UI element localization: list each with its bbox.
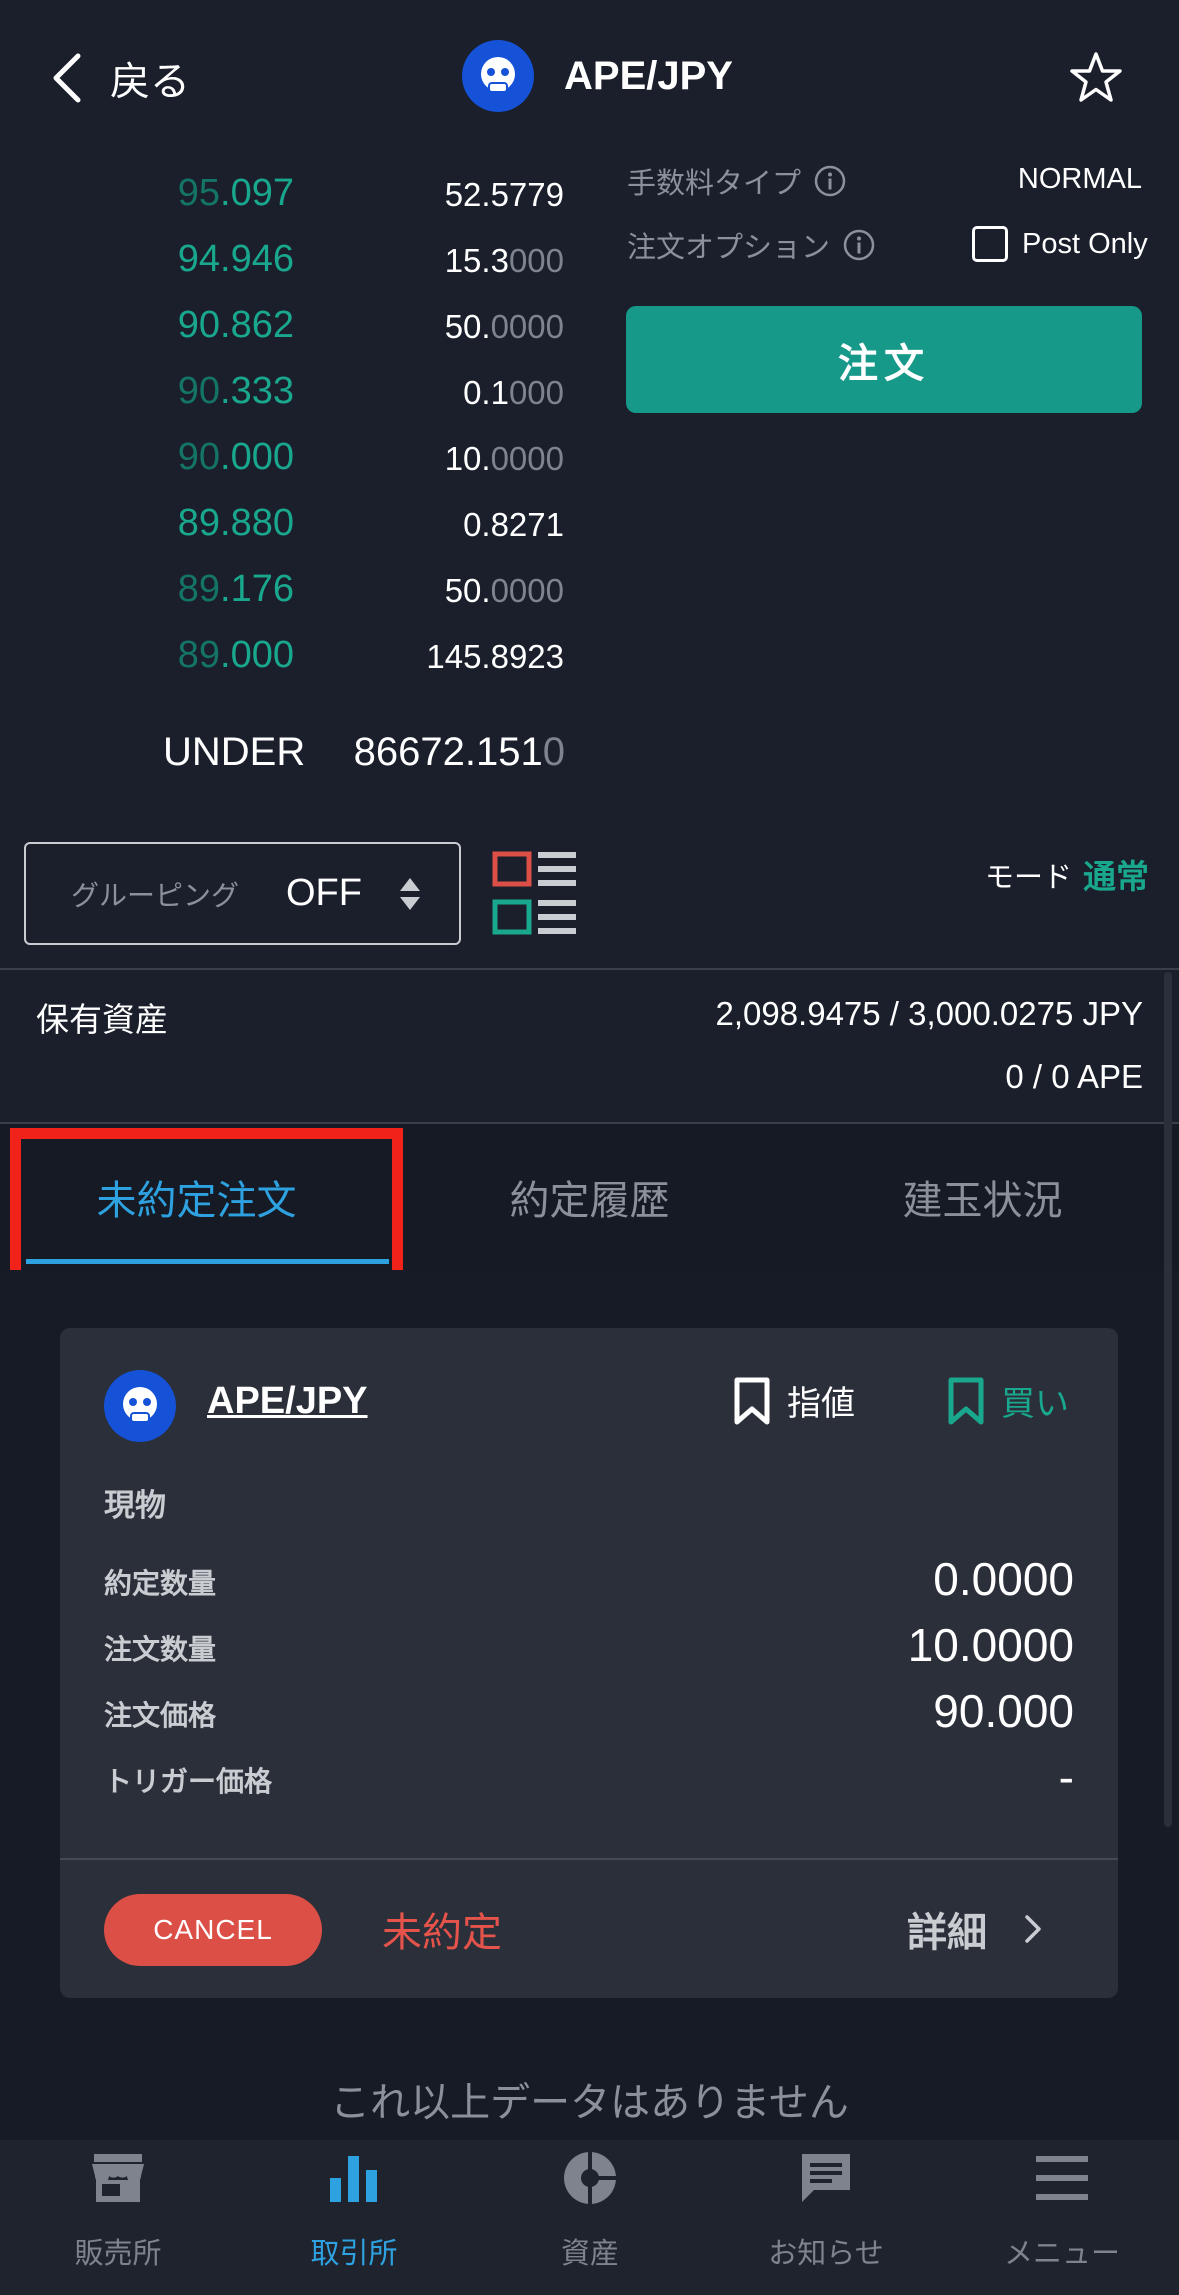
under-label: UNDER (163, 730, 306, 774)
message-icon (802, 2154, 850, 2202)
order-book-amount: 0.1000 (463, 374, 564, 411)
order-price-label: 注文価格 (104, 1699, 217, 1732)
order-book-price: 90.333 (177, 370, 294, 412)
order-status: 未約定 (382, 1910, 502, 1956)
order-option-label: 注文オプション (627, 224, 876, 266)
top-bar: 戻る APE/JPY (0, 0, 1179, 150)
trigger-price-value: - (1058, 1751, 1074, 1803)
info-icon[interactable] (842, 228, 876, 262)
order-category: 現物 (104, 1488, 166, 1524)
fee-type-label: 手数料タイプ (627, 160, 847, 202)
back-label: 戻る (110, 59, 190, 105)
fee-type-value: NORMAL (1017, 163, 1142, 195)
order-book-row[interactable]: 95.097 52.5779 (0, 160, 600, 226)
grouping-label: グルーピング (71, 879, 240, 912)
order-pair-link[interactable]: APE/JPY (207, 1380, 368, 1423)
mode-toggle[interactable]: 通常 (1083, 850, 1149, 898)
executed-qty-value: 0.0000 (933, 1553, 1074, 1605)
back-button[interactable]: 戻る (50, 50, 190, 106)
grouping-select[interactable]: グルーピング OFF (24, 842, 461, 945)
nav-label: 取引所 (310, 2236, 398, 2270)
order-book-price: 89.176 (177, 568, 294, 610)
nav-label: お知らせ (768, 2236, 884, 2270)
grouping-value: OFF (286, 872, 362, 914)
order-detail-link[interactable]: 詳細 (907, 1900, 1043, 1958)
tab-trade-history[interactable]: 約定履歴 (393, 1124, 786, 1270)
holdings-jpy: 2,098.9475 / 3,000.0275 JPY (715, 995, 1143, 1032)
order-book-amount: 0.8271 (463, 506, 564, 543)
order-book-amount: 50.0000 (444, 572, 564, 609)
cancel-order-button[interactable]: CANCEL (104, 1894, 322, 1966)
bar-chart-icon (330, 2156, 377, 2202)
order-book-price: 89.880 (177, 502, 294, 544)
pair-title: APE/JPY (462, 40, 733, 112)
holdings-ape: 0 / 0 APE (1005, 1058, 1143, 1095)
divider (0, 968, 1179, 970)
chevron-left-icon (53, 53, 81, 103)
order-card: APE/JPY 指値 買い 現物 約定数量 0.0000 注文数量 10.000… (60, 1328, 1118, 1998)
order-button[interactable]: 注文 (626, 306, 1142, 413)
post-only-label: Post Only (1022, 227, 1148, 260)
bottom-nav: 販売所 取引所 資産 お知らせ メニュー (0, 2140, 1179, 2295)
under-value: 86672.1510 (353, 730, 565, 774)
checkbox-box[interactable] (972, 226, 1008, 262)
executed-qty-label: 約定数量 (104, 1567, 217, 1600)
tab-positions[interactable]: 建玉状況 (786, 1124, 1179, 1270)
post-only-checkbox[interactable]: Post Only (972, 226, 1148, 262)
order-book-row[interactable]: 89.176 50.0000 (0, 556, 600, 622)
bookmark-icon (734, 1377, 770, 1424)
order-book-price: 94.946 (177, 238, 294, 280)
highlight-box (10, 1128, 403, 1285)
order-book-amount: 15.3000 (444, 242, 564, 279)
order-book-amount: 52.5779 (444, 176, 564, 213)
nav-item-news[interactable]: お知らせ (708, 2140, 944, 2295)
sort-arrows-icon (400, 878, 420, 910)
order-book-price: 89.000 (177, 634, 294, 676)
info-icon[interactable] (813, 164, 847, 198)
order-price-value: 90.000 (933, 1685, 1074, 1737)
order-book-amount: 50.0000 (444, 308, 564, 345)
divider (60, 1858, 1118, 1860)
menu-icon (1036, 2156, 1088, 2200)
favorite-star-icon[interactable] (1068, 50, 1124, 106)
order-qty-value: 10.0000 (907, 1619, 1074, 1671)
order-qty-label: 注文数量 (104, 1633, 217, 1666)
ape-coin-logo-icon (104, 1370, 176, 1442)
order-book-price: 90.862 (177, 304, 294, 346)
order-book-price: 95.097 (177, 172, 294, 214)
order-book-layout-icon[interactable] (492, 850, 578, 936)
order-book-price: 90.000 (177, 436, 294, 478)
order-book-row[interactable]: 90.862 50.0000 (0, 292, 600, 358)
nav-item-store[interactable]: 販売所 (0, 2140, 236, 2295)
order-type-tag: 指値 (733, 1376, 855, 1425)
nav-item-menu[interactable]: メニュー (944, 2140, 1179, 2295)
nav-label: メニュー (1003, 2236, 1120, 2270)
store-icon (92, 2154, 144, 2202)
nav-label: 資産 (560, 2236, 619, 2270)
page-title: APE/JPY (564, 53, 733, 98)
order-side-tag: 買い (947, 1376, 1069, 1425)
nav-item-assets[interactable]: 資産 (472, 2140, 708, 2295)
order-book-amount: 145.8923 (426, 638, 564, 675)
trigger-price-label: トリガー価格 (104, 1765, 273, 1798)
order-book-amount: 10.0000 (444, 440, 564, 477)
scrollbar[interactable] (1164, 972, 1172, 1827)
mode-label: モード (985, 860, 1073, 894)
order-book-row[interactable]: 94.946 15.3000 (0, 226, 600, 292)
holdings-label: 保有資産 (36, 1000, 168, 1039)
order-book-row[interactable]: 90.000 10.0000 (0, 424, 600, 490)
order-book-row[interactable]: 89.880 0.8271 (0, 490, 600, 556)
ape-coin-logo-icon (462, 40, 534, 112)
pie-chart-icon (564, 2150, 618, 2206)
order-book-row[interactable]: 89.000 145.8923 (0, 622, 600, 688)
chevron-right-icon (1025, 1915, 1041, 1943)
bookmark-icon (948, 1377, 984, 1424)
nav-item-exchange[interactable]: 取引所 (236, 2140, 472, 2295)
nav-label: 販売所 (74, 2236, 162, 2270)
order-book-row[interactable]: 90.333 0.1000 (0, 358, 600, 424)
list-end-message: これ以上データはありません (330, 2080, 849, 2126)
